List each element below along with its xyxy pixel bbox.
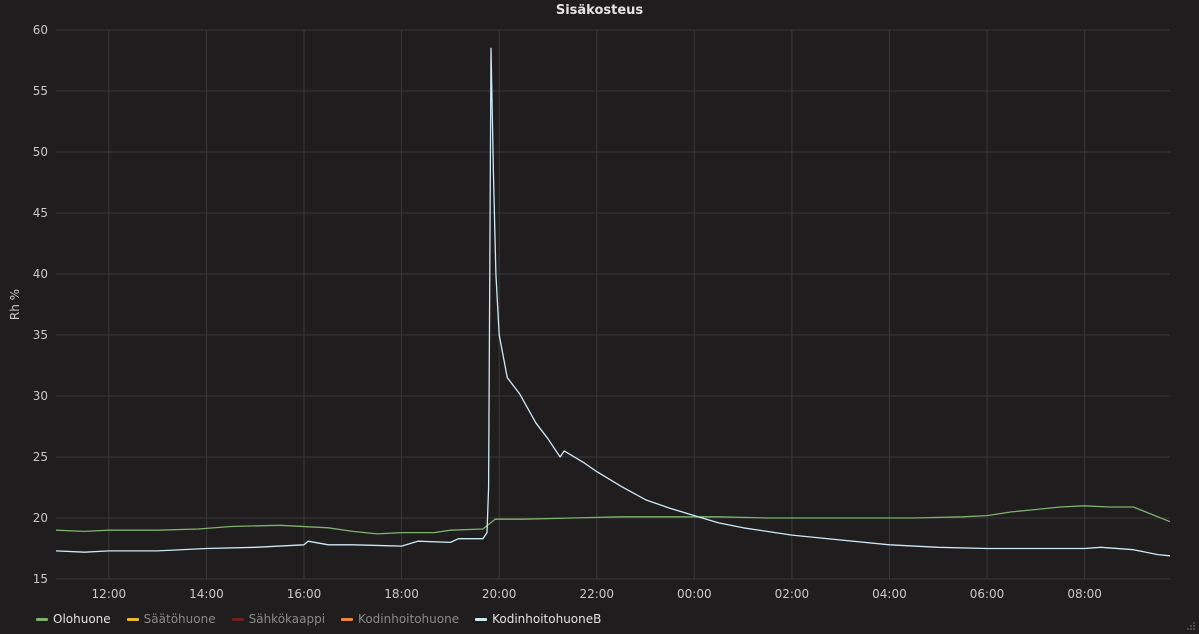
x-tick-label: 02:00 (775, 587, 810, 601)
legend-item-säätöhuone[interactable]: Säätöhuone (126, 612, 216, 626)
legend-swatch (341, 617, 354, 621)
y-tick-label: 45 (33, 206, 48, 220)
x-tick-label: 00:00 (677, 587, 712, 601)
x-tick-label: 22:00 (579, 587, 614, 601)
legend-label: Sähkökaappi (248, 612, 326, 626)
x-tick-label: 16:00 (287, 587, 322, 601)
series-line-olohuone (55, 505, 1171, 535)
line-chart: 15 20 25 30 35 40 45 50 55 60 12:00 14:00 16:00 18:00… (8, 23, 1171, 601)
series-line-kodinhoitohuoneb (55, 47, 1171, 557)
legend-swatch (475, 617, 488, 621)
x-tick-label: 04:00 (872, 587, 907, 601)
x-tick-label: 08:00 (1067, 587, 1102, 601)
y-tick-label: 15 (33, 572, 48, 586)
legend-item-sähkökaappi[interactable]: Sähkökaappi (231, 612, 326, 626)
legend-swatch (36, 617, 48, 621)
y-tick-label: 55 (33, 84, 48, 98)
legend-label: Olohuone (53, 612, 111, 626)
legend-item-kodinhoitohuoneb[interactable]: KodinhoitohuoneB (475, 612, 601, 626)
y-tick-label: 30 (33, 389, 48, 403)
legend-swatch (231, 617, 244, 621)
legend-item-olohuone[interactable]: Olohuone (36, 612, 111, 626)
y-tick-label: 50 (33, 145, 48, 159)
y-axis-label: Rh % (8, 289, 22, 320)
chart-panel: Sisäkosteus 15 20 25 30 35 40 45 50 55 60 12:00 14:… (0, 0, 1199, 634)
y-tick-label: 60 (33, 23, 48, 37)
legend-item-kodinhoitohuone[interactable]: Kodinhoitohuone (341, 612, 459, 626)
chart-legend: Olohuone Säätöhuone Sähkökaappi Kodinhoitoh… (36, 610, 601, 628)
x-tick-label: 12:00 (92, 587, 127, 601)
legend-label: Kodinhoitohuone (358, 612, 460, 626)
resize-handle-icon[interactable] (1186, 621, 1196, 631)
y-tick-label: 35 (33, 328, 48, 342)
x-tick-label: 06:00 (970, 587, 1005, 601)
y-tick-label: 40 (33, 267, 48, 281)
legend-label: KodinhoitohuoneB (492, 612, 602, 626)
x-tick-label: 14:00 (189, 587, 224, 601)
legend-swatch (126, 617, 139, 621)
x-tick-label: 18:00 (384, 587, 419, 601)
x-tick-label: 20:00 (482, 587, 517, 601)
legend-label: Säätöhuone (143, 612, 216, 626)
y-tick-label: 25 (33, 450, 48, 464)
y-tick-label: 20 (33, 511, 48, 525)
